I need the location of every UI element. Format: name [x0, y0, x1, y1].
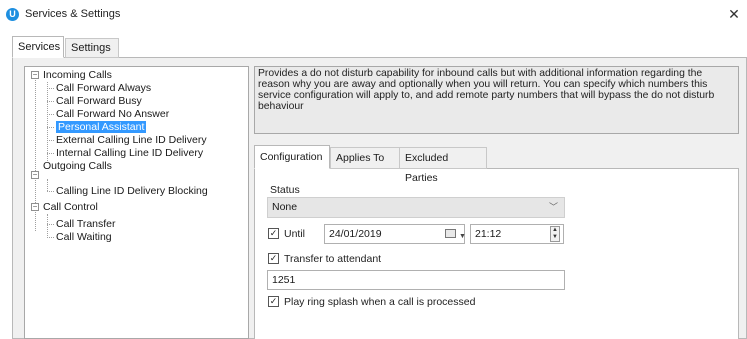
until-date-field[interactable]: 24/01/2019 ▼	[324, 224, 466, 244]
chevron-down-icon: ﹀	[548, 202, 558, 212]
tree-connector	[47, 82, 48, 161]
tree-item-external-clid-delivery[interactable]: External Calling Line ID Delivery	[56, 134, 207, 146]
tree-connector	[47, 127, 54, 128]
ring-splash-label: Play ring splash when a call is processe…	[284, 296, 476, 308]
tab-settings[interactable]: Settings	[65, 38, 119, 58]
tab-applies-to[interactable]: Applies To	[330, 147, 400, 169]
app-logo-icon: U	[6, 8, 19, 21]
tree-item-clid-delivery-blocking[interactable]: Calling Line ID Delivery Blocking	[56, 185, 208, 197]
until-label: Until	[284, 228, 306, 240]
tab-configuration[interactable]: Configuration	[254, 145, 330, 169]
collapse-incoming-icon[interactable]: −	[31, 71, 39, 79]
service-description: Provides a do not disturb capability for…	[254, 66, 739, 134]
until-checkbox[interactable]: ✓	[268, 228, 279, 239]
tree-connector	[47, 191, 54, 192]
status-label: Status	[270, 184, 300, 196]
status-value: None	[272, 201, 298, 213]
status-select[interactable]: None ﹀	[267, 197, 565, 218]
tree-connector	[47, 179, 48, 191]
tree-item-internal-clid-delivery[interactable]: Internal Calling Line ID Delivery	[56, 147, 203, 159]
tree-item-call-forward-busy[interactable]: Call Forward Busy	[56, 95, 142, 107]
calendar-icon	[445, 229, 456, 238]
dropdown-arrow-icon: ▼	[459, 233, 466, 240]
tree-node-incoming-calls[interactable]: Incoming Calls	[43, 69, 112, 81]
tree-connector	[47, 237, 54, 238]
attendant-number-field[interactable]: 1251	[267, 270, 565, 290]
tree-item-call-transfer[interactable]: Call Transfer	[56, 218, 116, 230]
tree-node-outgoing-calls[interactable]: Outgoing Calls	[43, 160, 112, 172]
time-spinner-icon[interactable]: ▲ ▼	[550, 226, 560, 242]
until-time-value: 21:12	[475, 228, 502, 240]
services-tree[interactable]: − Incoming Calls Call Forward Always Cal…	[24, 66, 249, 339]
title-bar: U Services & Settings ✕	[0, 0, 747, 30]
tree-item-call-waiting[interactable]: Call Waiting	[56, 231, 112, 243]
transfer-label: Transfer to attendant	[284, 253, 382, 265]
tree-connector	[47, 88, 54, 89]
collapse-outgoing-icon[interactable]: −	[31, 171, 39, 179]
collapse-call-control-icon[interactable]: −	[31, 203, 39, 211]
tree-connector	[47, 101, 54, 102]
tab-excluded-parties[interactable]: Excluded Parties	[399, 147, 487, 184]
until-time-field[interactable]: 21:12 ▲ ▼	[470, 224, 564, 244]
until-date-value: 24/01/2019	[329, 228, 382, 240]
tree-connector	[47, 224, 54, 225]
tree-node-call-control[interactable]: Call Control	[43, 201, 98, 213]
tree-item-personal-assistant[interactable]: Personal Assistant	[56, 121, 147, 133]
tree-item-call-forward-always[interactable]: Call Forward Always	[56, 82, 151, 94]
close-button[interactable]: ✕	[725, 5, 743, 23]
ring-splash-checkbox[interactable]: ✓	[268, 296, 279, 307]
tab-services[interactable]: Services	[12, 36, 64, 58]
tree-connector	[47, 214, 48, 238]
window-title: Services & Settings	[25, 8, 121, 20]
tree-connector	[47, 140, 54, 141]
tree-connector	[47, 114, 54, 115]
tree-connector	[47, 153, 54, 154]
transfer-checkbox[interactable]: ✓	[268, 253, 279, 264]
tree-item-call-forward-no-answer[interactable]: Call Forward No Answer	[56, 108, 169, 120]
